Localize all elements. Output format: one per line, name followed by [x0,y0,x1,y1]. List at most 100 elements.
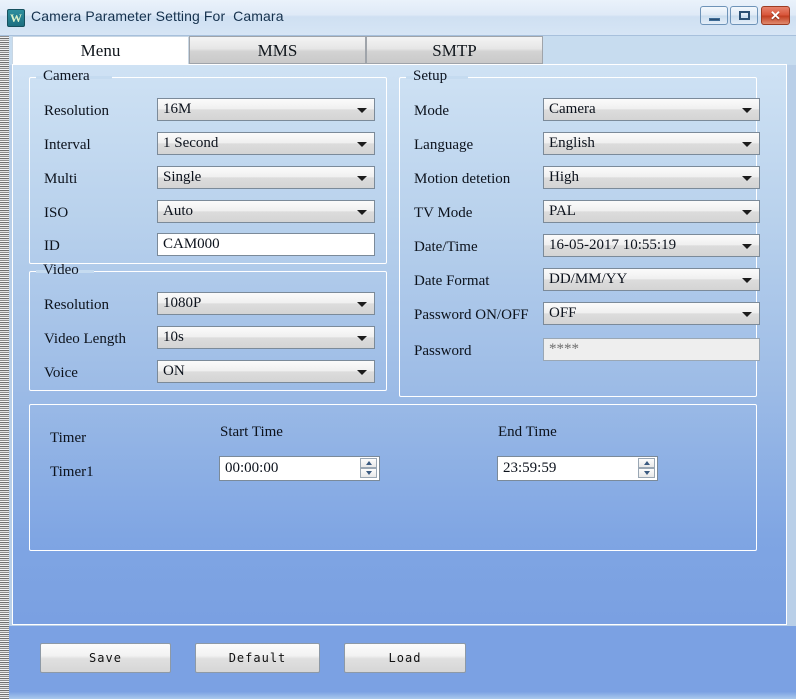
camera-multi-value: Single [163,169,202,185]
chevron-down-icon [742,108,752,113]
video-resolution-value: 1080P [163,295,202,311]
setup-group-title: Setup [413,68,448,84]
video-group-title: Video [43,262,79,278]
timer-row-label: Timer1 [50,464,94,480]
footer-bar: Save Default Load [9,626,796,699]
timer-end-column-header: End Time [498,424,557,440]
title-bar: W Camera Parameter Setting For Camara ✕ [0,0,796,36]
tab-mms[interactable]: MMS [189,36,366,64]
chevron-down-icon [357,210,367,215]
timer-start-time-stepper[interactable] [360,458,377,479]
menu-tab-panel: Camera Resolution 16M Interval 1 Second … [12,64,787,625]
setup-language-value: English [549,135,595,151]
app-logo-glyph: W [10,11,22,25]
load-button[interactable]: Load [344,643,466,673]
camera-group-title: Camera [43,68,90,84]
setup-date-time-label: Date/Time [414,239,478,255]
default-button[interactable]: Default [195,643,320,673]
close-icon: ✕ [770,8,781,23]
app-window: W Camera Parameter Setting For Camara ✕ … [0,0,796,699]
maximize-button[interactable] [730,6,758,25]
close-button[interactable]: ✕ [761,6,790,25]
video-length-combo[interactable]: 10s [157,326,375,349]
chevron-down-icon [357,336,367,341]
setup-motion-detection-value: High [549,169,579,185]
timer-end-time-value: 23:59:59 [503,460,557,476]
chevron-down-icon [357,302,367,307]
setup-tv-mode-combo[interactable]: PAL [543,200,760,223]
video-voice-combo[interactable]: ON [157,360,375,383]
setup-date-time-value: 16-05-2017 10:55:19 [549,237,677,253]
camera-id-label: ID [44,238,60,254]
timer-end-time-spinner[interactable]: 23:59:59 [497,456,658,481]
save-button[interactable]: Save [40,643,171,673]
timer-end-time-stepper[interactable] [638,458,655,479]
setup-motion-detection-label: Motion detetion [414,171,511,187]
video-voice-label: Voice [44,365,78,381]
chevron-down-icon [742,210,752,215]
camera-resolution-label: Resolution [44,103,110,119]
tab-menu[interactable]: Menu [12,36,189,65]
setup-date-format-label: Date Format [414,273,490,289]
timer-start-column-header: Start Time [220,424,283,440]
timer-start-time-value: 00:00:00 [225,460,279,476]
chevron-down-icon [742,312,752,317]
setup-password-onoff-combo[interactable]: OFF [543,302,760,325]
stepper-down-icon[interactable] [360,468,377,478]
camera-multi-label: Multi [44,171,78,187]
camera-interval-value: 1 Second [163,135,219,151]
chevron-down-icon [742,142,752,147]
app-logo-icon: W [7,9,25,27]
camera-resolution-combo[interactable]: 16M [157,98,375,121]
camera-iso-combo[interactable]: Auto [157,200,375,223]
video-length-label: Video Length [44,331,126,347]
timer-header-label: Timer [50,430,87,446]
maximize-icon [739,11,750,20]
timer-start-time-spinner[interactable]: 00:00:00 [219,456,380,481]
camera-interval-label: Interval [44,137,91,153]
setup-mode-value: Camera [549,101,596,117]
video-resolution-combo[interactable]: 1080P [157,292,375,315]
setup-date-time-combo[interactable]: 16-05-2017 10:55:19 [543,234,760,257]
chevron-down-icon [357,176,367,181]
camera-iso-value: Auto [163,203,193,219]
chevron-down-icon [357,142,367,147]
camera-iso-label: ISO [44,205,69,221]
video-voice-value: ON [163,363,185,379]
setup-date-format-value: DD/MM/YY [549,271,628,287]
camera-id-input[interactable]: CAM000 [157,233,375,256]
camera-interval-combo[interactable]: 1 Second [157,132,375,155]
setup-mode-combo[interactable]: Camera [543,98,760,121]
chevron-down-icon [357,370,367,375]
chevron-down-icon [742,278,752,283]
timer-group: Timer Start Time End Time Timer1 00:00:0… [29,404,757,551]
setup-mode-label: Mode [414,103,449,119]
setup-password-onoff-label: Password ON/OFF [414,307,529,323]
camera-resolution-value: 16M [163,101,192,117]
setup-password-input[interactable]: **** [543,338,760,361]
tab-smtp[interactable]: SMTP [366,36,543,64]
setup-tv-mode-value: PAL [549,203,576,219]
chevron-down-icon [742,244,752,249]
camera-multi-combo[interactable]: Single [157,166,375,189]
minimize-button[interactable] [700,6,728,25]
minimize-icon [709,18,720,21]
video-resolution-label: Resolution [44,297,110,313]
stepper-up-icon[interactable] [638,458,655,468]
chevron-down-icon [357,108,367,113]
camera-group: Camera Resolution 16M Interval 1 Second … [29,68,387,264]
setup-motion-detection-combo[interactable]: High [543,166,760,189]
setup-tv-mode-label: TV Mode [414,205,473,221]
chevron-down-icon [742,176,752,181]
setup-language-label: Language [414,137,474,153]
window-left-edge-decoration [0,36,9,699]
setup-password-label: Password [414,343,472,359]
setup-language-combo[interactable]: English [543,132,760,155]
setup-group: Setup Mode Camera Language English Motio… [399,68,760,397]
tab-bar: Menu MMS SMTP [9,36,796,65]
setup-password-onoff-value: OFF [549,305,577,321]
stepper-up-icon[interactable] [360,458,377,468]
stepper-down-icon[interactable] [638,468,655,478]
video-group: Video Resolution 1080P Video Length 10s … [29,262,387,391]
setup-date-format-combo[interactable]: DD/MM/YY [543,268,760,291]
